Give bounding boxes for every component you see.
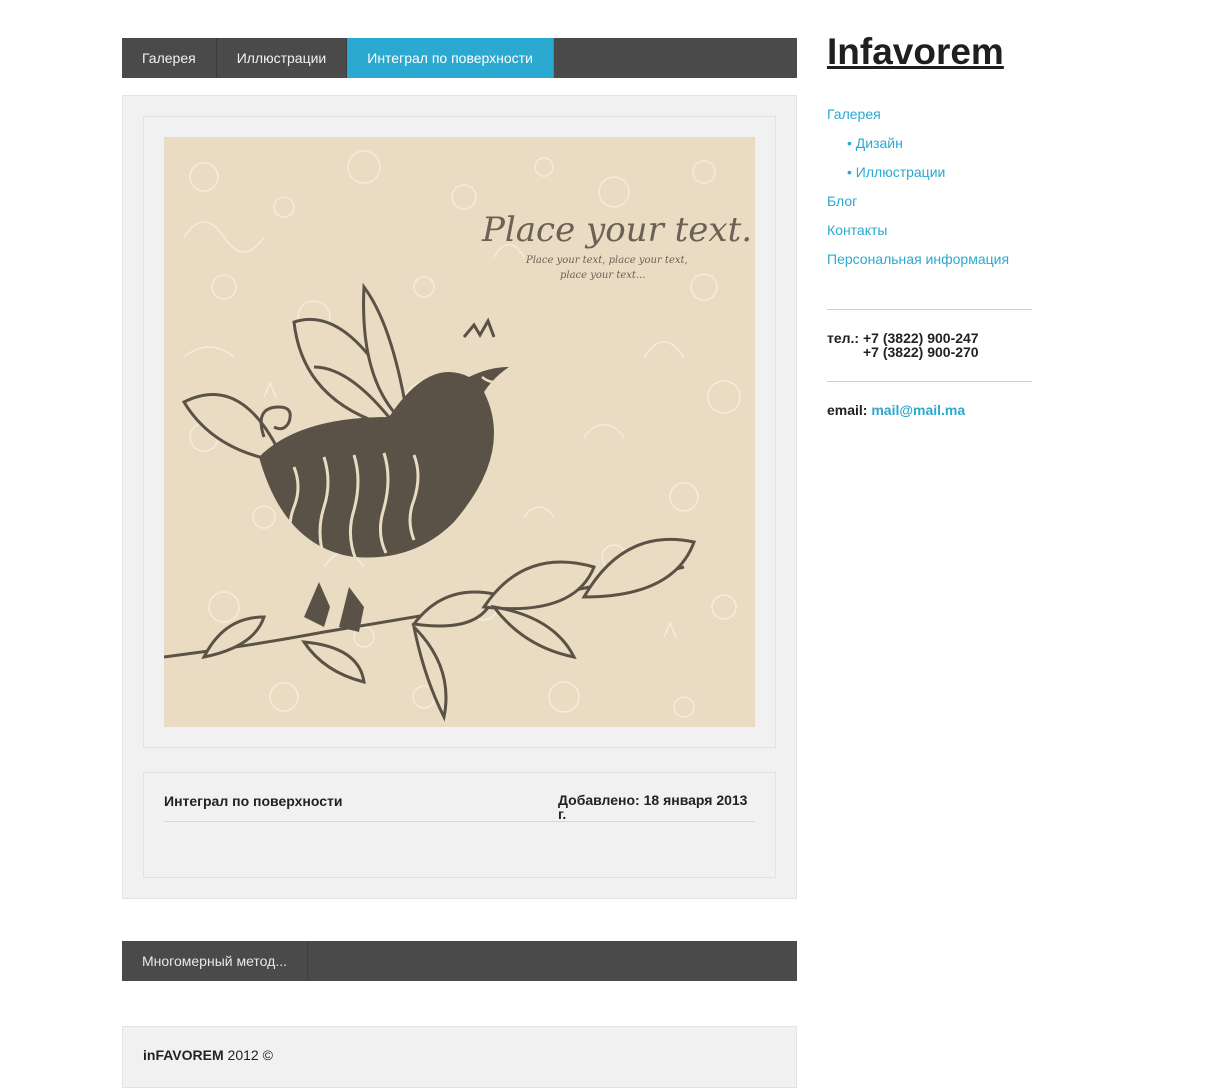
sidebar-item-gallery[interactable]: Галерея <box>827 104 1037 133</box>
contact-phones: тел.: +7 (3822) 900-247 +7 (3822) 900-270 <box>827 331 979 359</box>
footer-brand: inFAVOREM <box>143 1047 224 1063</box>
sidebar-divider <box>827 381 1032 382</box>
sidebar-item-personal-info[interactable]: Персональная информация <box>827 249 1037 278</box>
post-title: Интеграл по поверхности <box>164 793 343 809</box>
nav-item-illustrations[interactable]: Иллюстрации <box>217 38 348 78</box>
post-navigation: Многомерный метод... <box>122 941 797 981</box>
post-container: Place your text... Place your text, plac… <box>122 95 797 899</box>
post-meta: Интеграл по поверхности Добавлено: 18 ян… <box>143 772 776 878</box>
site-title[interactable]: Infavorem <box>827 31 1004 73</box>
post-illustration[interactable]: Place your text... Place your text, plac… <box>164 137 755 727</box>
sidebar-divider <box>827 309 1032 310</box>
sidebar-item-blog[interactable]: Блог <box>827 191 1037 220</box>
contact-email: email: mail@mail.ma <box>827 402 965 418</box>
email-label: email: <box>827 402 868 418</box>
sidebar-item-illustrations[interactable]: Иллюстрации <box>827 162 1037 191</box>
sidebar-menu: Галерея Дизайн Иллюстрации Блог Контакты… <box>827 104 1037 278</box>
image-headline-text: Place your text... <box>481 210 755 250</box>
bird-illustration: Place your text... Place your text, plac… <box>164 150 755 722</box>
footer: inFAVOREM 2012 © <box>122 1026 797 1088</box>
next-post-link[interactable]: Многомерный метод... <box>122 941 308 981</box>
top-nav: Галерея Иллюстрации Интеграл по поверхно… <box>122 38 797 78</box>
sidebar-item-contacts[interactable]: Контакты <box>827 220 1037 249</box>
email-link[interactable]: mail@mail.ma <box>871 402 965 418</box>
meta-divider <box>164 821 755 822</box>
image-line2-text: place your text... <box>560 270 645 281</box>
post-date: Добавлено: 18 января 2013 г. <box>558 792 748 822</box>
image-line1-text: Place your text, place your text, <box>525 255 688 266</box>
footer-year: 2012 © <box>227 1047 273 1063</box>
image-frame: Place your text... Place your text, plac… <box>143 116 776 748</box>
phone-label: тел.: <box>827 330 860 346</box>
footer-copyright: inFAVOREM 2012 © <box>143 1047 273 1063</box>
sidebar-item-design[interactable]: Дизайн <box>827 133 1037 162</box>
phone-2: +7 (3822) 900-270 <box>863 344 979 360</box>
nav-item-gallery[interactable]: Галерея <box>122 38 217 78</box>
nav-item-surface-integral[interactable]: Интеграл по поверхности <box>347 38 554 78</box>
